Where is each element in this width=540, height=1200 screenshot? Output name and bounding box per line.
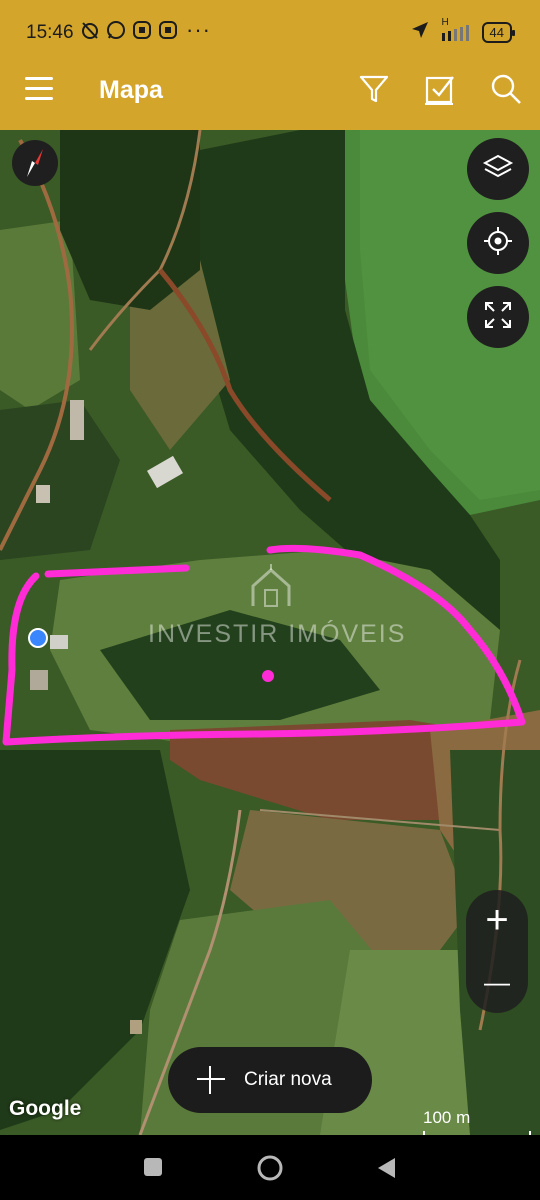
satellite-map[interactable]: INVESTIR IMÓVEIS + — Criar nova Google 1… — [0, 130, 540, 1135]
location-arrow-icon — [410, 20, 430, 45]
create-new-label: Criar nova — [244, 1069, 332, 1090]
zoom-control: + — — [466, 890, 528, 1013]
create-new-button[interactable]: Criar nova — [168, 1047, 372, 1113]
page-title: Mapa — [99, 76, 163, 104]
search-icon[interactable] — [489, 72, 523, 106]
app-icon — [132, 20, 152, 40]
hamburger-menu-icon[interactable] — [25, 77, 53, 101]
layers-icon — [482, 151, 514, 188]
zoom-out-button[interactable]: — — [466, 952, 528, 1012]
watermark-logo — [245, 562, 297, 612]
compass-icon[interactable] — [12, 140, 58, 186]
watermark-text: INVESTIR IMÓVEIS — [148, 620, 407, 648]
notification-icons — [80, 20, 178, 40]
my-location-icon — [482, 225, 514, 262]
more-notifications-icon: ··· — [186, 17, 211, 42]
whatsapp-icon — [106, 20, 126, 40]
square-icon[interactable] — [143, 1157, 163, 1182]
scale-label: 100 m — [423, 1108, 471, 1127]
google-logo: Google — [9, 1097, 82, 1120]
network-type: H — [441, 16, 449, 28]
my-location-button[interactable] — [467, 212, 529, 274]
layers-button[interactable] — [467, 138, 529, 200]
alarm-off-icon — [80, 20, 100, 40]
fullscreen-button[interactable] — [467, 286, 529, 348]
annotation-dot — [262, 670, 274, 682]
status-time: 15:46 — [26, 22, 74, 43]
circle-icon[interactable] — [256, 1154, 284, 1187]
fullscreen-icon — [482, 299, 514, 336]
battery-icon: 44 — [481, 22, 516, 43]
checkbox-icon[interactable] — [423, 72, 457, 106]
zoom-in-button[interactable]: + — [466, 890, 528, 950]
signal-icon: H — [440, 17, 472, 43]
plus-icon — [196, 1065, 226, 1095]
app-icon-2 — [158, 20, 178, 40]
status-bar: 15:46 ··· H 44 — [0, 0, 540, 52]
system-nav-bar — [0, 1135, 540, 1200]
triangle-back-icon[interactable] — [376, 1157, 396, 1184]
current-location-dot — [28, 628, 48, 648]
filter-icon[interactable] — [357, 72, 391, 106]
status-right: H 44 — [410, 17, 516, 45]
app-bar: Mapa — [0, 52, 540, 130]
